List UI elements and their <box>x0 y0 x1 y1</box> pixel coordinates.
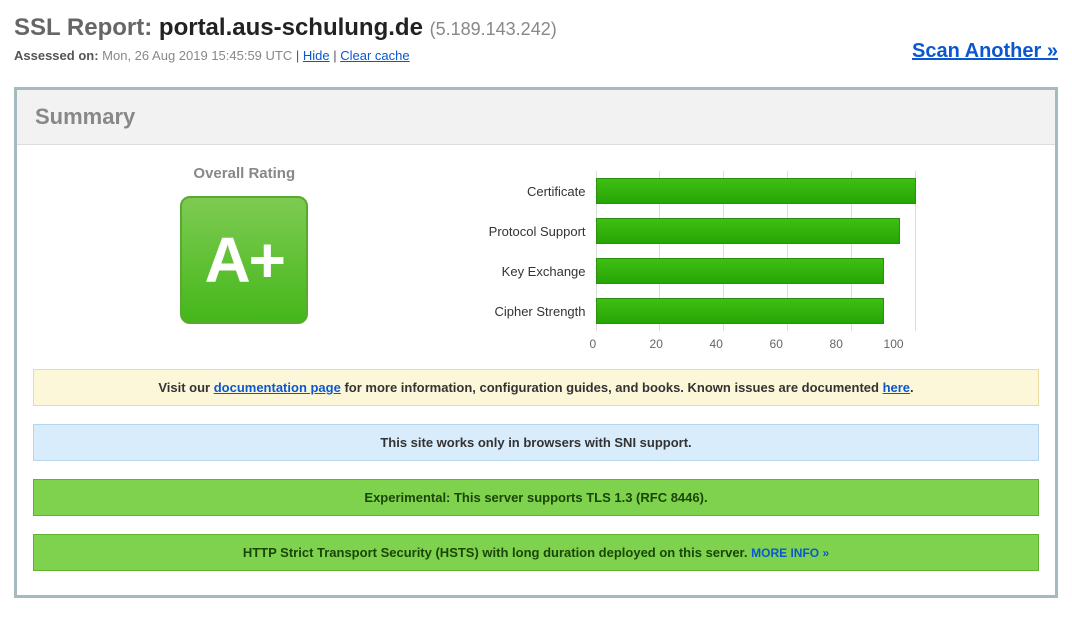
sni-banner: This site works only in browsers with SN… <box>33 424 1039 461</box>
assessed-value: Mon, 26 Aug 2019 15:45:59 UTC <box>102 48 292 63</box>
grade-badge: A+ <box>180 196 308 324</box>
documentation-link[interactable]: documentation page <box>214 380 341 395</box>
bar-protocol <box>596 218 900 244</box>
report-host: portal.aus-schulung.de <box>159 14 423 41</box>
summary-header: Summary <box>17 90 1055 145</box>
bar-label-cipher: Cipher Strength <box>456 304 596 319</box>
bar-label-keyexchange: Key Exchange <box>456 264 596 279</box>
bar-cipher <box>596 298 884 324</box>
tls13-banner: Experimental: This server supports TLS 1… <box>33 479 1039 516</box>
summary-heading: Summary <box>35 104 1037 130</box>
hsts-more-info-link[interactable]: MORE INFO » <box>751 546 829 560</box>
chart-axis: 0 20 40 60 80 100 <box>596 337 916 351</box>
known-issues-link[interactable]: here <box>883 380 910 395</box>
assessed-line: Assessed on: Mon, 26 Aug 2019 15:45:59 U… <box>14 48 557 63</box>
bar-label-certificate: Certificate <box>456 184 596 199</box>
hide-link[interactable]: Hide <box>303 48 330 63</box>
title-prefix: SSL Report: <box>14 14 159 41</box>
bar-keyexchange <box>596 258 884 284</box>
ratings-chart: Certificate Protocol Support Key Exchang… <box>456 161 1039 351</box>
scan-another-link[interactable]: Scan Another » <box>912 40 1058 63</box>
clear-cache-link[interactable]: Clear cache <box>340 48 409 63</box>
report-ip: (5.189.143.242) <box>430 19 557 39</box>
docs-banner: Visit our documentation page for more in… <box>33 369 1039 406</box>
overall-rating-label: Overall Rating <box>33 165 456 182</box>
assessed-label: Assessed on: <box>14 48 99 63</box>
bar-label-protocol: Protocol Support <box>456 224 596 239</box>
report-box: Summary Overall Rating A+ Certificate <box>14 87 1058 598</box>
hsts-banner: HTTP Strict Transport Security (HSTS) wi… <box>33 534 1039 571</box>
page-title: SSL Report: portal.aus-schulung.de (5.18… <box>14 14 557 42</box>
bar-certificate <box>596 178 916 204</box>
grade-value: A+ <box>204 223 284 297</box>
